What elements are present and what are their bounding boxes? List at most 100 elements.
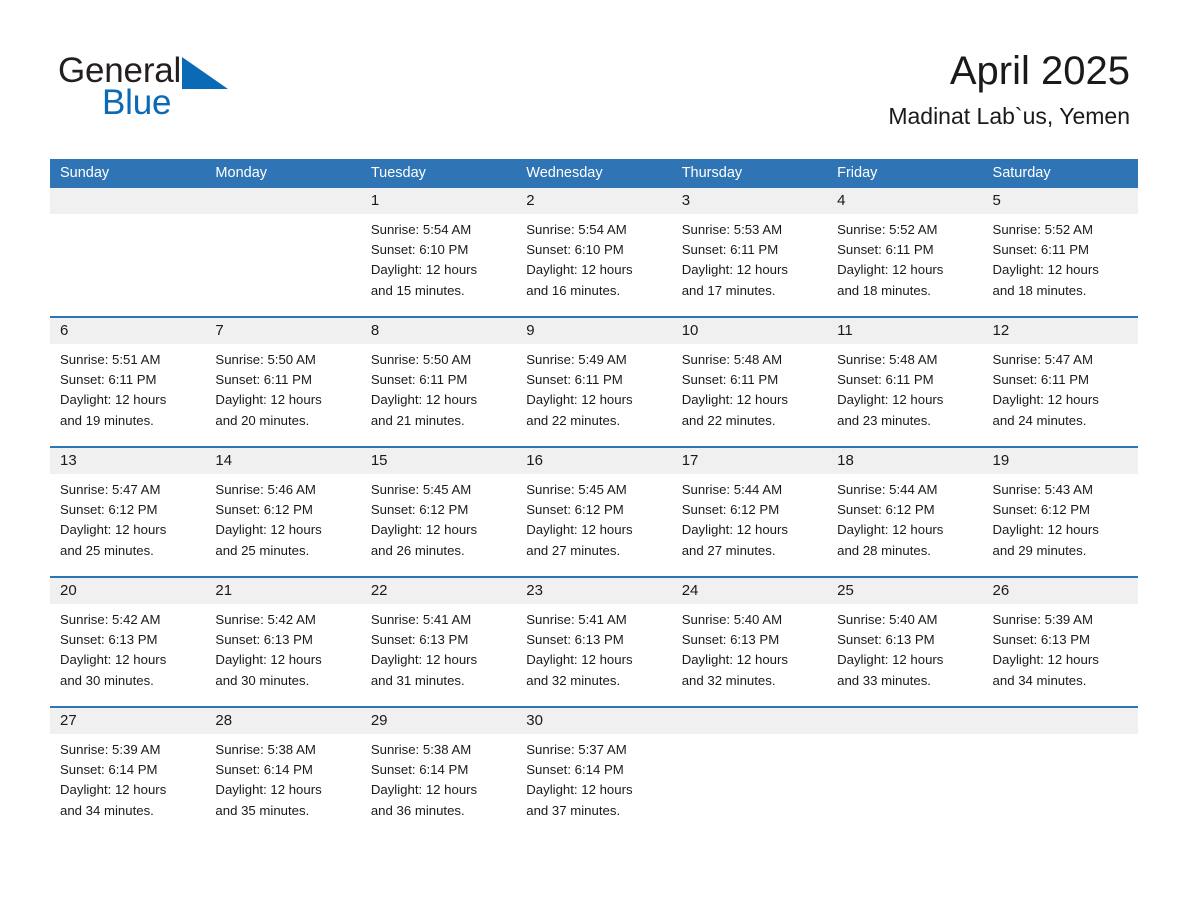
day-number-26[interactable]: 26 [983,578,1138,604]
day-number-25[interactable]: 25 [827,578,982,604]
day-detail-line: Sunrise: 5:52 AM [992,222,1093,237]
day-detail-line: Sunset: 6:14 PM [526,762,624,778]
day-number-24[interactable]: 24 [672,578,827,604]
day-cell-27[interactable]: Sunrise: 5:39 AM Sunset: 6:14 PM Daylight:… [50,734,205,828]
day-number-empty [827,708,982,734]
day-number-18[interactable]: 18 [827,448,982,474]
day-detail-line: and 34 minutes. [60,802,154,818]
day-cell-18[interactable]: Sunrise: 5:44 AM Sunset: 6:12 PM Daylight:… [827,474,982,568]
day-cell-16[interactable]: Sunrise: 5:45 AM Sunset: 6:12 PM Daylight:… [516,474,671,568]
day-detail-line: Daylight: 12 hours [681,522,788,538]
day-number-15[interactable]: 15 [361,448,516,474]
day-detail-line: Sunset: 6:11 PM [992,372,1090,388]
day-cell-13[interactable]: Sunrise: 5:47 AM Sunset: 6:12 PM Daylight:… [50,474,205,568]
day-cell-22[interactable]: Sunrise: 5:41 AM Sunset: 6:13 PM Daylight:… [361,604,516,698]
day-number-6[interactable]: 6 [50,318,205,344]
day-number-29[interactable]: 29 [361,708,516,734]
day-number-11[interactable]: 11 [827,318,982,344]
day-number-8[interactable]: 8 [361,318,516,344]
day-detail-line: Sunset: 6:14 PM [215,762,313,778]
day-detail-line: Daylight: 12 hours [370,522,478,538]
day-number-2[interactable]: 2 [516,188,671,214]
day-number-13[interactable]: 13 [50,448,205,474]
day-cell-25[interactable]: Sunrise: 5:40 AM Sunset: 6:13 PM Daylight:… [827,604,982,698]
day-detail-line: Sunset: 6:12 PM [681,502,780,518]
day-cell-28[interactable]: Sunrise: 5:38 AM Sunset: 6:14 PM Daylight:… [205,734,360,828]
day-cell-19[interactable]: Sunrise: 5:43 AM Sunset: 6:12 PM Daylight:… [983,474,1138,568]
day-cell-15[interactable]: Sunrise: 5:45 AM Sunset: 6:12 PM Daylight:… [361,474,516,568]
day-cell-4[interactable]: Sunrise: 5:52 AM Sunset: 6:11 PM Daylight:… [827,214,982,308]
week-detail-row: Sunrise: 5:42 AM Sunset: 6:13 PM Daylight:… [50,604,1138,698]
day-detail-line: Daylight: 12 hours [215,652,322,668]
day-detail-line: Daylight: 12 hours [60,652,167,668]
day-cell-2[interactable]: Sunrise: 5:54 AM Sunset: 6:10 PM Daylight:… [516,214,671,308]
day-cell-21[interactable]: Sunrise: 5:42 AM Sunset: 6:13 PM Daylight:… [205,604,360,698]
day-detail-line: Daylight: 12 hours [992,262,1099,278]
day-detail-line: Sunset: 6:12 PM [992,502,1091,518]
day-detail-line: Daylight: 12 hours [215,522,322,538]
day-cell-3[interactable]: Sunrise: 5:53 AM Sunset: 6:11 PM Daylight:… [672,214,827,308]
day-number-28[interactable]: 28 [205,708,360,734]
day-number-4[interactable]: 4 [827,188,982,214]
day-cell-29[interactable]: Sunrise: 5:38 AM Sunset: 6:14 PM Daylight:… [361,734,516,828]
day-cell-empty [827,734,982,828]
day-detail-line: Sunset: 6:12 PM [526,502,624,518]
week-date-band: 13 14 15 16 17 18 19 [50,448,1138,474]
day-number-10[interactable]: 10 [672,318,827,344]
day-number-3[interactable]: 3 [672,188,827,214]
day-cell-12[interactable]: Sunrise: 5:47 AM Sunset: 6:11 PM Daylight:… [983,344,1138,438]
day-number-27[interactable]: 27 [50,708,205,734]
day-number-17[interactable]: 17 [672,448,827,474]
day-cell-14[interactable]: Sunrise: 5:46 AM Sunset: 6:12 PM Daylight:… [205,474,360,568]
day-cell-10[interactable]: Sunrise: 5:48 AM Sunset: 6:11 PM Daylight:… [672,344,827,438]
day-number-12[interactable]: 12 [983,318,1138,344]
day-number-1[interactable]: 1 [361,188,516,214]
day-number-23[interactable]: 23 [516,578,671,604]
week-detail-row: Sunrise: 5:51 AM Sunset: 6:11 PM Daylight:… [50,344,1138,438]
day-cell-23[interactable]: Sunrise: 5:41 AM Sunset: 6:13 PM Daylight:… [516,604,671,698]
day-number-9[interactable]: 9 [516,318,671,344]
day-cell-11[interactable]: Sunrise: 5:48 AM Sunset: 6:11 PM Daylight:… [827,344,982,438]
day-number-empty [50,188,205,214]
day-number-19[interactable]: 19 [983,448,1138,474]
day-cell-1[interactable]: Sunrise: 5:54 AM Sunset: 6:10 PM Daylight:… [361,214,516,308]
day-detail-line: and 17 minutes. [681,282,776,298]
day-cell-9[interactable]: Sunrise: 5:49 AM Sunset: 6:11 PM Daylight:… [516,344,671,438]
day-detail-line: Sunrise: 5:40 AM [681,612,783,627]
day-number-16[interactable]: 16 [516,448,671,474]
day-cell-30[interactable]: Sunrise: 5:37 AM Sunset: 6:14 PM Daylight:… [516,734,671,828]
day-detail-line: Daylight: 12 hours [992,652,1099,668]
weekday-header-wednesday: Wednesday [526,165,603,181]
day-cell-5[interactable]: Sunrise: 5:52 AM Sunset: 6:11 PM Daylight:… [983,214,1138,308]
day-detail-line: Sunrise: 5:47 AM [992,352,1093,367]
day-detail-line: Daylight: 12 hours [837,652,944,668]
day-detail-line: Sunrise: 5:42 AM [60,612,161,627]
day-number-7[interactable]: 7 [205,318,360,344]
day-cell-24[interactable]: Sunrise: 5:40 AM Sunset: 6:13 PM Daylight:… [672,604,827,698]
generalblue-logo[interactable]: General Blue [58,52,318,128]
day-number-14[interactable]: 14 [205,448,360,474]
day-cell-7[interactable]: Sunrise: 5:50 AM Sunset: 6:11 PM Daylight:… [205,344,360,438]
day-number-22[interactable]: 22 [361,578,516,604]
day-number-20[interactable]: 20 [50,578,205,604]
day-detail-line: and 20 minutes. [215,412,310,428]
weekday-header-sunday: Sunday [60,165,110,181]
day-detail-line: Daylight: 12 hours [526,782,633,798]
day-cell-8[interactable]: Sunrise: 5:50 AM Sunset: 6:11 PM Daylight:… [361,344,516,438]
day-detail-line: Sunrise: 5:53 AM [681,222,783,237]
day-detail-line: Daylight: 12 hours [837,522,944,538]
day-detail-line: Sunset: 6:11 PM [526,372,623,388]
day-detail-line: and 16 minutes. [526,282,621,298]
day-detail-line: Daylight: 12 hours [681,262,788,278]
day-cell-17[interactable]: Sunrise: 5:44 AM Sunset: 6:12 PM Daylight:… [672,474,827,568]
day-number-30[interactable]: 30 [516,708,671,734]
weekday-header-thursday: Thursday [681,165,743,181]
day-cell-20[interactable]: Sunrise: 5:42 AM Sunset: 6:13 PM Daylight:… [50,604,205,698]
day-cell-26[interactable]: Sunrise: 5:39 AM Sunset: 6:13 PM Daylight:… [983,604,1138,698]
day-detail-line: Sunset: 6:13 PM [992,632,1091,648]
day-number-5[interactable]: 5 [983,188,1138,214]
day-number-21[interactable]: 21 [205,578,360,604]
day-cell-6[interactable]: Sunrise: 5:51 AM Sunset: 6:11 PM Daylight:… [50,344,205,438]
day-detail-line: and 18 minutes. [837,282,931,298]
day-detail-line: Sunset: 6:10 PM [370,242,469,258]
